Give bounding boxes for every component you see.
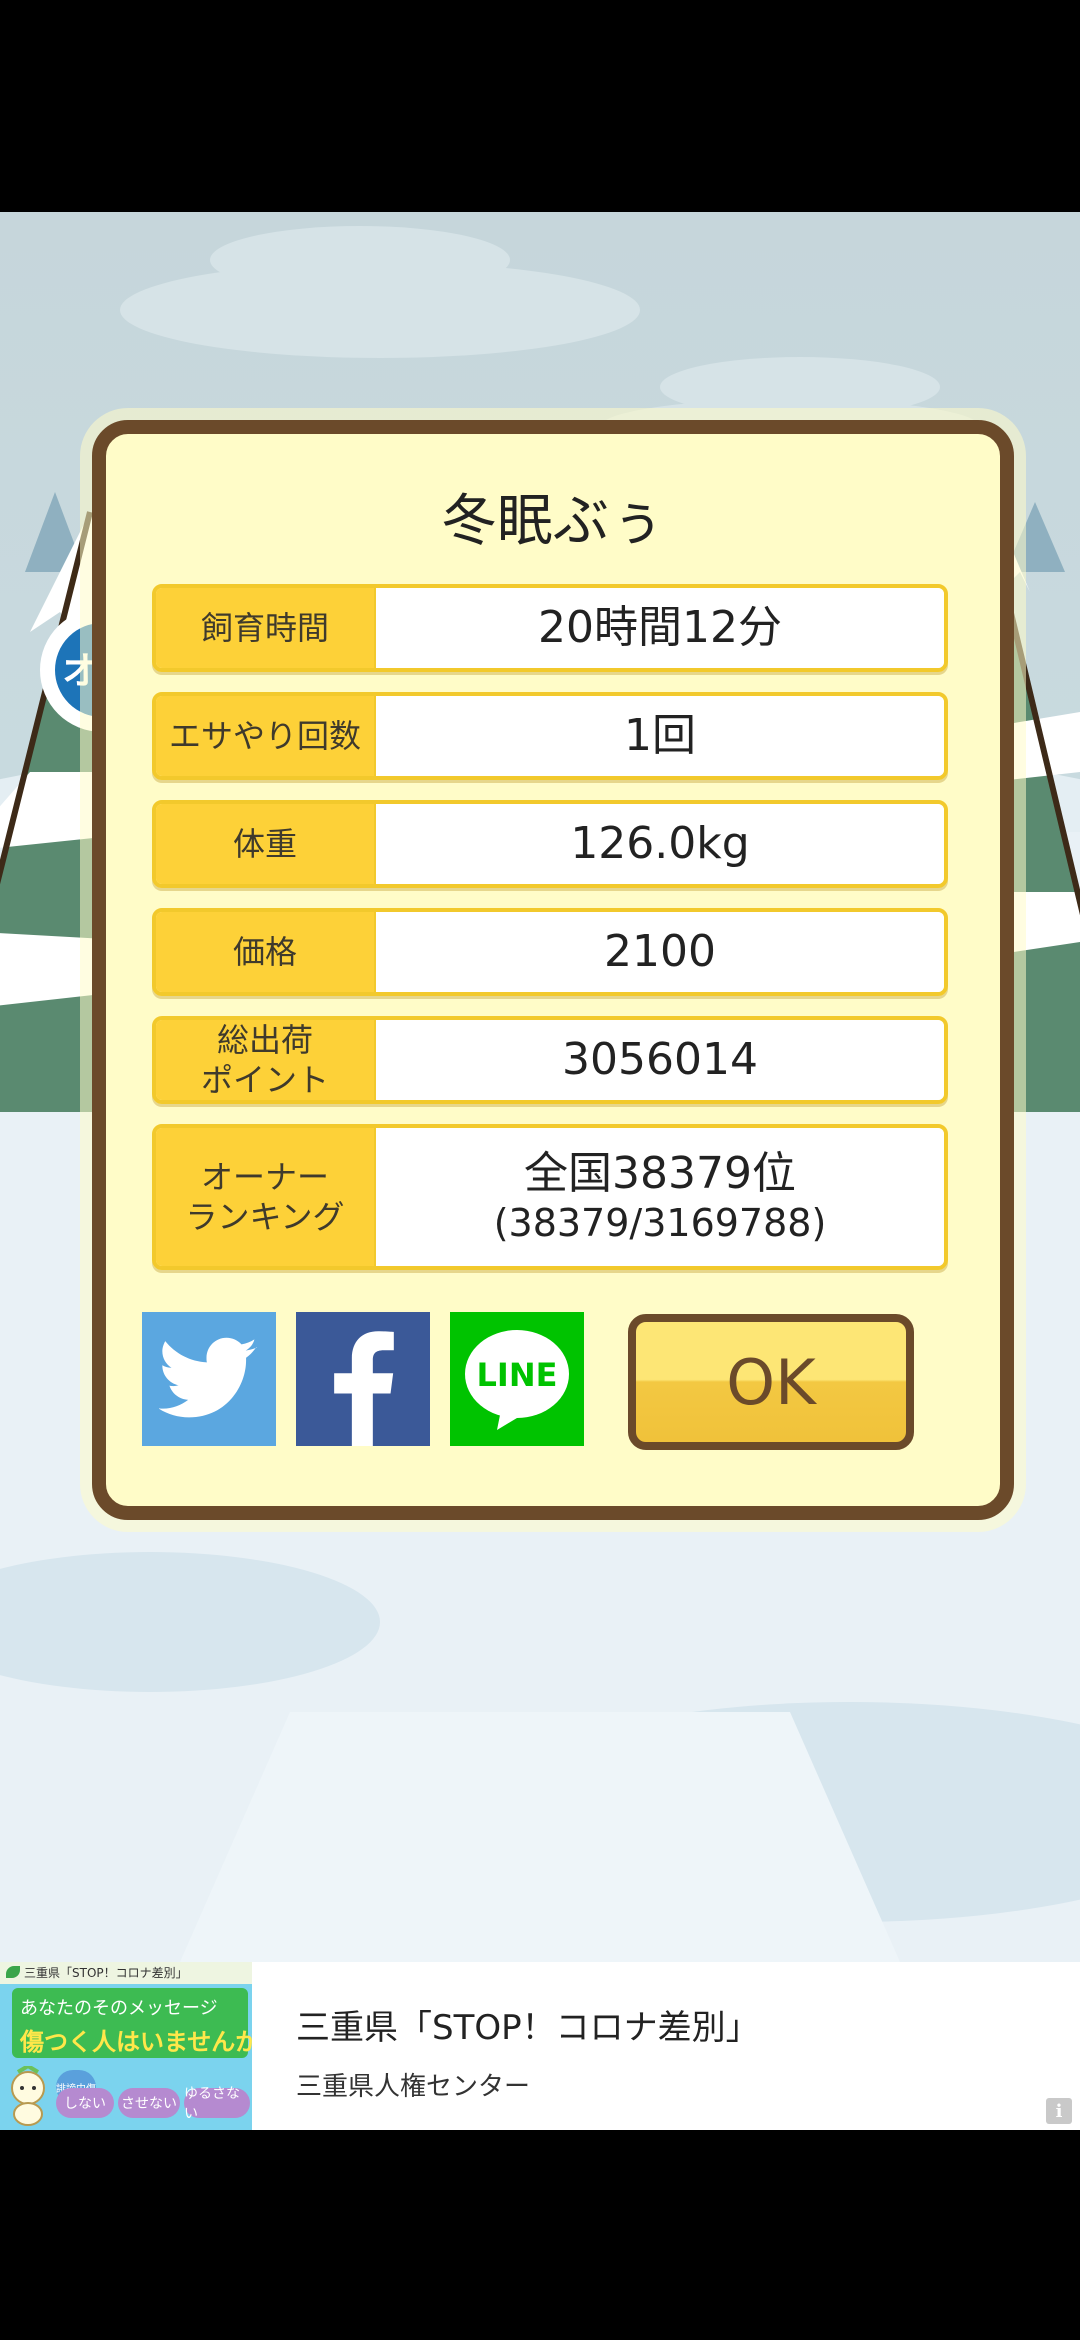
ad-thumb-pill: しない (56, 2088, 114, 2118)
stat-value: 1回 (376, 696, 944, 776)
stat-value: 126.0kg (376, 804, 944, 884)
ad-thumb-header: 三重県「STOP！コロナ差別」 (0, 1962, 252, 1984)
stat-value: 3056014 (376, 1020, 944, 1100)
ad-info-icon[interactable]: i (1046, 2098, 1072, 2124)
stat-value: 20時間12分 (376, 588, 944, 668)
mascot-icon (11, 2066, 45, 2126)
pig-name-title: 冬眠ぶぅ (441, 489, 665, 554)
stat-label: エサやり回数 (156, 696, 376, 776)
stat-label-line: 総出荷 (216, 1021, 313, 1059)
stat-label: 飼育時間 (156, 588, 376, 668)
stat-row-owner-ranking: オーナー ランキング 全国38379位 (38379/3169788) (152, 1124, 948, 1270)
line-share-button[interactable]: LINE (450, 1312, 584, 1446)
stat-label: オーナー ランキング (156, 1128, 376, 1266)
stat-row-weight: 体重 126.0kg (152, 800, 948, 888)
line-icon-label: LINE (477, 1356, 558, 1394)
ad-thumb-line2: 傷つく人はいませんか? (20, 2028, 252, 2056)
ad-title: 三重県「STOP！コロナ差別」 (296, 2008, 760, 2048)
ok-button[interactable]: OK (628, 1314, 914, 1450)
ad-thumb-pill: させない (118, 2088, 180, 2118)
twitter-icon (159, 1337, 258, 1418)
line-icon: LINE (465, 1330, 569, 1430)
ad-thumb-pill: ゆるさない (184, 2086, 250, 2122)
stat-row-price: 価格 2100 (152, 908, 948, 996)
stat-value: 2100 (376, 912, 944, 992)
ranking-value: 全国38379位 (524, 1148, 796, 1199)
twitter-share-button[interactable] (142, 1312, 276, 1446)
pig-status-dialog: 冬眠ぶぅ 飼育時間 20時間12分 エサやり回数 1回 体重 126.0kg 価… (92, 420, 1014, 1520)
ad-thumb-line1: あなたのそのメッセージ (20, 1998, 218, 2019)
stat-value: 全国38379位 (38379/3169788) (376, 1128, 944, 1266)
facebook-share-button[interactable] (296, 1312, 430, 1446)
stat-row-breeding-time: 飼育時間 20時間12分 (152, 584, 948, 672)
stat-label: 体重 (156, 804, 376, 884)
stat-label-line: ランキング (185, 1198, 345, 1236)
facebook-icon (334, 1331, 394, 1446)
ad-thumbnail: 三重県「STOP！コロナ差別」 あなたのそのメッセージ 傷つく人はいませんか? … (0, 1962, 252, 2130)
ranking-detail: (38379/3169788) (493, 1201, 827, 1245)
stat-row-feeding-count: エサやり回数 1回 (152, 692, 948, 780)
stat-row-total-shipping-points: 総出荷 ポイント 3056014 (152, 1016, 948, 1104)
stat-label: 総出荷 ポイント (156, 1020, 376, 1100)
stat-label: 価格 (156, 912, 376, 992)
ad-subtitle: 三重県人権センター (296, 2072, 531, 2102)
stat-label-line: オーナー (200, 1158, 329, 1196)
ad-banner[interactable]: 三重県「STOP！コロナ差別」 あなたのそのメッセージ 傷つく人はいませんか? … (0, 1962, 1080, 2130)
stat-label-line: ポイント (200, 1061, 329, 1099)
